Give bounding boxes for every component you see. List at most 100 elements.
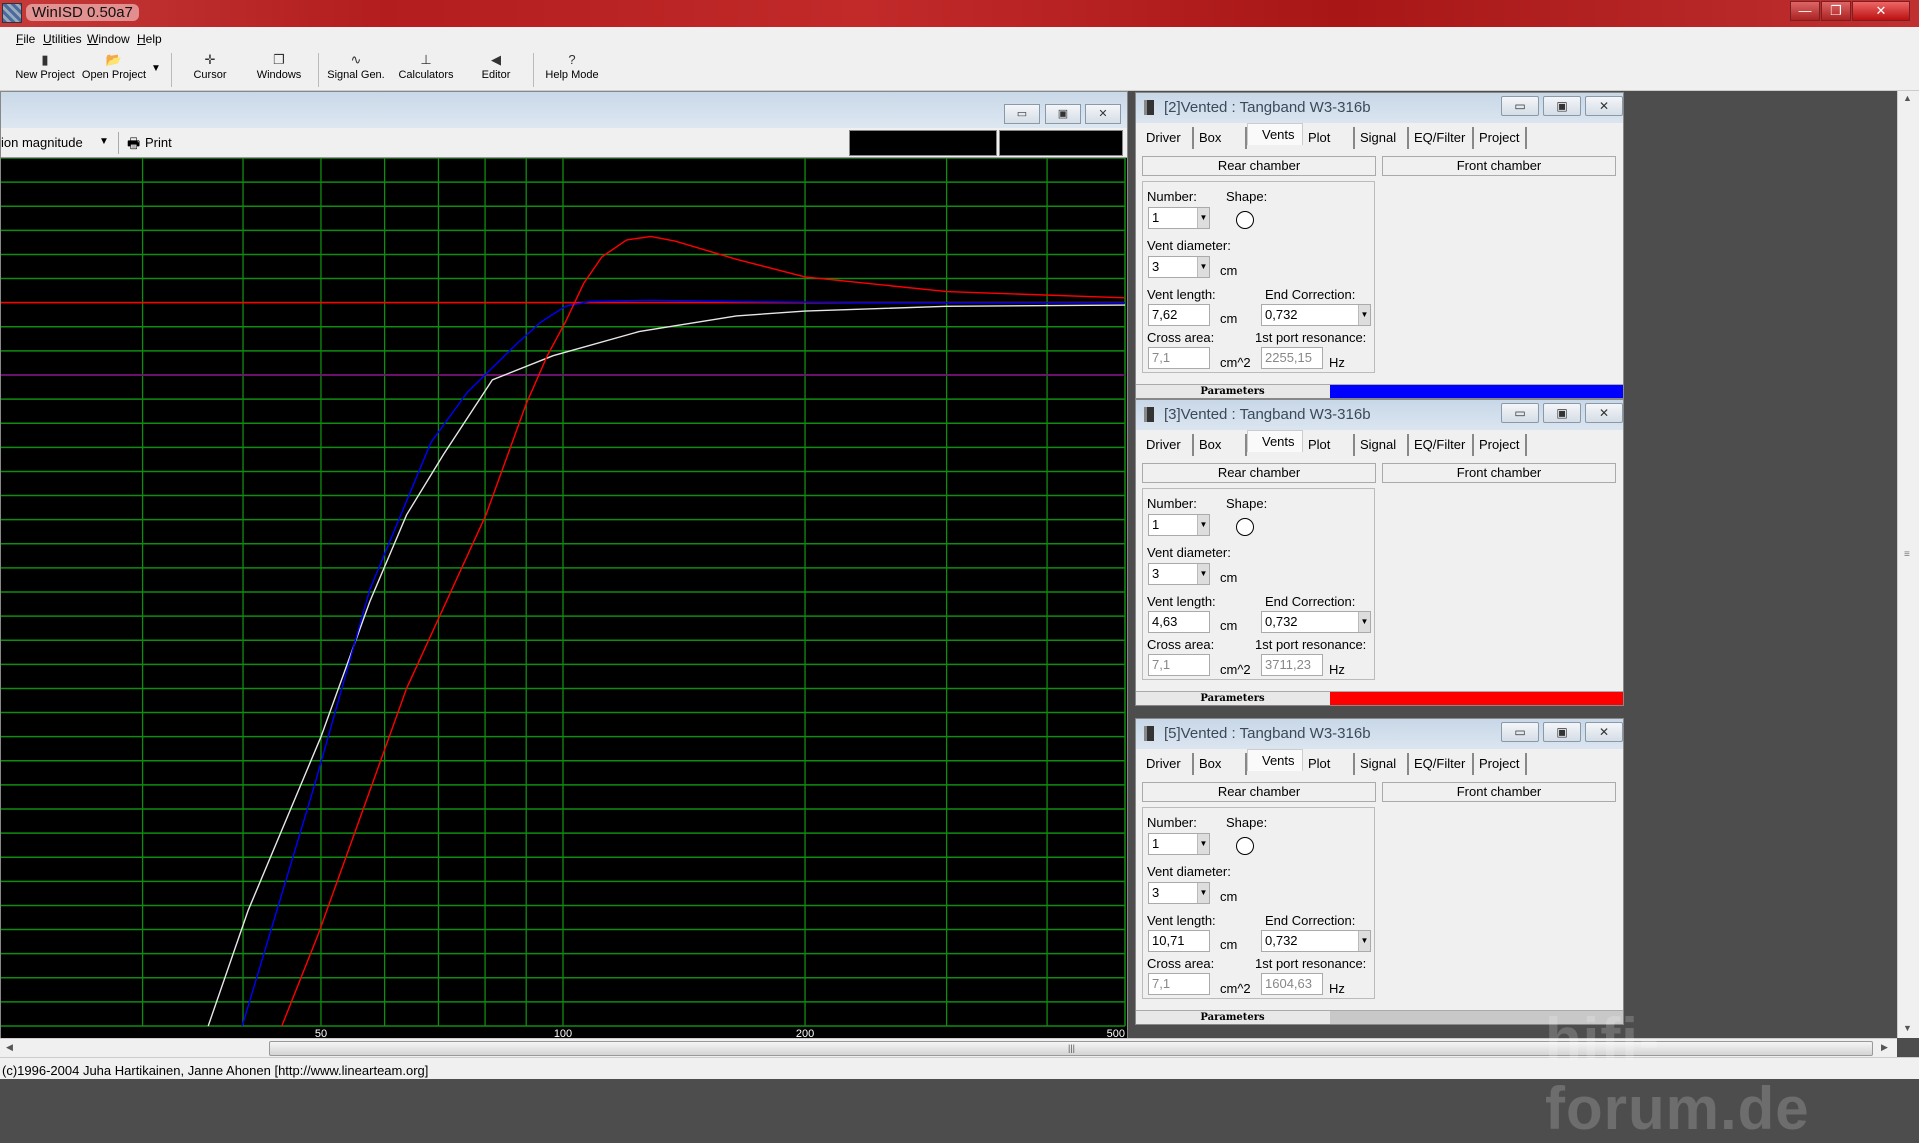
panel-maximize-button[interactable]: ▣ [1543,403,1581,423]
menu-utilities[interactable]: Utilities [43,32,82,46]
cursor-button[interactable]: ✛ Cursor [185,51,235,89]
tab-vents[interactable]: Vents [1247,749,1303,771]
vent-length-input[interactable]: 10,71 [1148,930,1210,952]
chevron-down-icon[interactable]: ▼ [1197,208,1209,228]
panel-maximize-button[interactable]: ▣ [1543,96,1581,116]
scroll-grip-icon[interactable]: ≡ [1904,549,1910,560]
port-resonance-field: 2255,15 [1261,347,1323,369]
help-mode-button[interactable]: ? Help Mode [542,51,602,89]
tab-project[interactable]: Project [1474,753,1527,775]
number-label: Number: [1147,189,1197,204]
tab-plot[interactable]: Plot [1303,753,1355,775]
end-correction-select[interactable]: 0,732 ▼ [1261,611,1371,633]
end-correction-select[interactable]: 0,732 ▼ [1261,304,1371,326]
editor-button[interactable]: ◀ Editor [474,51,518,89]
rear-chamber-button[interactable]: Rear chamber [1142,156,1376,176]
vent-length-input[interactable]: 4,63 [1148,611,1210,633]
plot-close-button[interactable]: ✕ [1085,104,1121,124]
open-project-dropdown-icon[interactable]: ▼ [151,63,161,74]
plot-minimize-button[interactable]: ▭ [1004,104,1040,124]
tab-signal[interactable]: Signal [1355,434,1409,456]
chevron-down-icon[interactable]: ▼ [99,136,109,147]
tab-box[interactable]: Box [1194,127,1247,149]
rear-chamber-button[interactable]: Rear chamber [1142,782,1376,802]
round-shape-icon[interactable] [1236,837,1254,855]
tab-signal[interactable]: Signal [1355,127,1409,149]
chevron-down-icon[interactable]: ▼ [1197,257,1209,277]
parameters-bar[interactable]: Parameters [1136,691,1623,705]
tab-plot[interactable]: Plot [1303,434,1355,456]
calculators-button[interactable]: ⊥ Calculators [396,51,456,89]
front-chamber-button[interactable]: Front chamber [1382,782,1616,802]
menu-help[interactable]: Help [137,32,162,46]
rear-chamber-button[interactable]: Rear chamber [1142,463,1376,483]
series-color-swatch [1330,385,1623,398]
panel-minimize-button[interactable]: ▭ [1501,96,1539,116]
crosshair-icon: ✛ [204,52,216,67]
panel-close-button[interactable]: ✕ [1585,96,1623,116]
vent-length-input[interactable]: 7,62 [1148,304,1210,326]
panel-minimize-button[interactable]: ▭ [1501,722,1539,742]
tab-signal[interactable]: Signal [1355,753,1409,775]
menu-file[interactable]: File [16,32,35,46]
vent-diameter-select[interactable]: 3 ▼ [1148,256,1210,278]
project-panel: [5]Vented : Tangband W3-316b ▭ ▣ ✕ Driver Box… [1135,718,1624,1025]
panel-maximize-button[interactable]: ▣ [1543,722,1581,742]
number-select[interactable]: 1 ▼ [1148,514,1210,536]
tab-driver[interactable]: Driver [1141,753,1194,775]
menu-window[interactable]: Window [87,32,130,46]
chevron-down-icon[interactable]: ▼ [1358,305,1370,325]
tab-eqfilter[interactable]: EQ/Filter [1409,753,1474,775]
panel-close-button[interactable]: ✕ [1585,403,1623,423]
tab-driver[interactable]: Driver [1141,127,1194,149]
close-button[interactable]: ✕ [1852,1,1910,21]
chevron-down-icon[interactable]: ▼ [1197,564,1209,584]
plot-type-select[interactable]: ion magnitude [1,135,83,150]
print-button[interactable]: Print [145,135,172,150]
tab-eqfilter[interactable]: EQ/Filter [1409,127,1474,149]
round-shape-icon[interactable] [1236,518,1254,536]
vent-diameter-select[interactable]: 3 ▼ [1148,563,1210,585]
scroll-up-icon[interactable]: ▲ [1903,93,1912,103]
tab-box[interactable]: Box [1194,434,1247,456]
chevron-down-icon[interactable]: ▼ [1197,515,1209,535]
vent-diameter-select[interactable]: 3 ▼ [1148,882,1210,904]
tab-vents[interactable]: Vents [1247,123,1303,145]
cursor-label: Cursor [193,69,227,81]
end-correction-label: End Correction: [1265,913,1356,928]
chevron-down-icon[interactable]: ▼ [1197,834,1209,854]
panel-close-button[interactable]: ✕ [1585,722,1623,742]
maximize-button[interactable]: ❐ [1821,1,1851,21]
number-select[interactable]: 1 ▼ [1148,207,1210,229]
open-project-button[interactable]: 📂 Open Project [80,51,148,89]
vent-diameter-label: Vent diameter: [1147,545,1231,560]
chevron-down-icon[interactable]: ▼ [1197,883,1209,903]
signal-gen-button[interactable]: ∿ Signal Gen. [326,51,386,89]
frequency-response-chart[interactable]: 50 100 200 500 [1,158,1127,1039]
round-shape-icon[interactable] [1236,211,1254,229]
number-select[interactable]: 1 ▼ [1148,833,1210,855]
end-correction-select[interactable]: 0,732 ▼ [1261,930,1371,952]
tab-plot[interactable]: Plot [1303,127,1355,149]
plot-maximize-button[interactable]: ▣ [1045,104,1081,124]
tab-project[interactable]: Project [1474,434,1527,456]
tab-driver[interactable]: Driver [1141,434,1194,456]
parameters-bar[interactable]: Parameters [1136,384,1623,398]
tab-eqfilter[interactable]: EQ/Filter [1409,434,1474,456]
tab-project[interactable]: Project [1474,127,1527,149]
panel-minimize-button[interactable]: ▭ [1501,403,1539,423]
front-chamber-button[interactable]: Front chamber [1382,156,1616,176]
new-project-button[interactable]: ▮ New Project [14,51,76,89]
tab-vents[interactable]: Vents [1247,430,1303,452]
windows-button[interactable]: ❐ Windows [252,51,306,89]
minimize-button[interactable]: — [1790,1,1820,21]
chevron-down-icon[interactable]: ▼ [1358,612,1370,632]
port-resonance-label: 1st port resonance: [1255,637,1367,652]
scroll-left-icon[interactable]: ◀ [6,1042,13,1053]
open-project-label: Open Project [81,69,147,81]
tab-box[interactable]: Box [1194,753,1247,775]
port-resonance-label: 1st port resonance: [1255,330,1367,345]
front-chamber-button[interactable]: Front chamber [1382,463,1616,483]
chevron-down-icon[interactable]: ▼ [1358,931,1370,951]
vertical-scrollbar[interactable]: ▲ ≡ ▼ [1897,91,1919,1038]
